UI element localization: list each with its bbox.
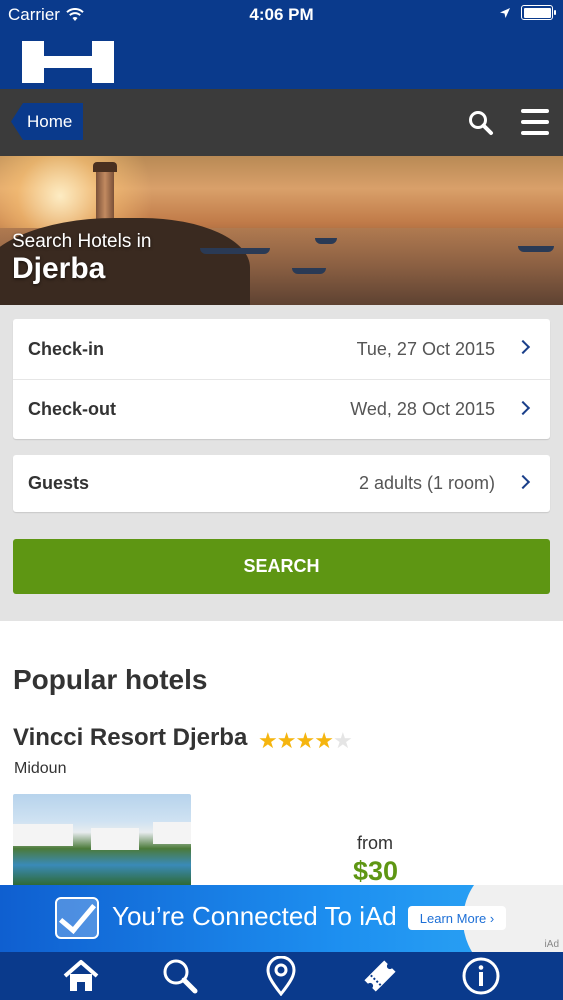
learn-more-button[interactable]: Learn More › bbox=[408, 906, 506, 930]
guests-card: Guests 2 adults (1 room) bbox=[13, 455, 550, 512]
clock: 4:06 PM bbox=[249, 5, 314, 24]
guests-label: Guests bbox=[28, 473, 90, 493]
hero-kicker: Search Hotels in bbox=[12, 231, 152, 252]
hero-banner: Search Hotels in Djerba bbox=[0, 156, 563, 305]
search-button[interactable]: SEARCH bbox=[13, 539, 550, 594]
location-pin-icon bbox=[266, 956, 296, 996]
info-icon bbox=[462, 957, 500, 995]
hotel-star-rating: ★★★★★ bbox=[258, 728, 353, 754]
guests-value: 2 adults (1 room) bbox=[358, 473, 495, 493]
tab-map[interactable] bbox=[259, 956, 303, 996]
tab-bar bbox=[0, 952, 563, 1000]
checkin-value: Tue, 27 Oct 2015 bbox=[356, 338, 495, 359]
home-button[interactable]: Home bbox=[11, 103, 83, 140]
search-form: Check-in Tue, 27 Oct 2015 Check-out Wed,… bbox=[0, 305, 563, 621]
checkout-value: Wed, 28 Oct 2015 bbox=[350, 399, 495, 419]
hotels-h-logo-icon[interactable] bbox=[22, 41, 114, 83]
checkmark-icon bbox=[55, 897, 99, 939]
brand-bar bbox=[0, 30, 563, 89]
dates-card: Check-in Tue, 27 Oct 2015 Check-out Wed,… bbox=[13, 319, 550, 439]
location-arrow-icon bbox=[500, 7, 510, 18]
hero-city: Djerba bbox=[12, 252, 106, 285]
checkin-row[interactable]: Check-in Tue, 27 Oct 2015 bbox=[13, 319, 550, 379]
iad-banner[interactable]: You’re Connected To iAd Learn More › iAd bbox=[0, 885, 563, 952]
battery-icon bbox=[521, 5, 556, 20]
ad-message: You’re Connected To iAd bbox=[112, 901, 397, 931]
star-empty-icon: ★ bbox=[332, 728, 353, 753]
star-filled-icon: ★ bbox=[258, 728, 278, 753]
chevron-right-icon bbox=[515, 474, 531, 490]
nav-bar: Home bbox=[0, 89, 563, 156]
tab-deals[interactable] bbox=[358, 956, 402, 996]
checkout-row[interactable]: Check-out Wed, 28 Oct 2015 bbox=[13, 379, 550, 439]
ticket-icon bbox=[364, 960, 396, 992]
chevron-right-icon bbox=[515, 339, 531, 355]
hamburger-menu-icon[interactable] bbox=[521, 109, 549, 135]
popular-hotels-heading: Popular hotels bbox=[13, 664, 208, 695]
checkout-label: Check-out bbox=[28, 399, 117, 419]
ad-tag: iAd bbox=[544, 939, 559, 950]
star-filled-icon: ★ bbox=[295, 728, 315, 753]
checkin-label: Check-in bbox=[28, 338, 105, 359]
chevron-right-icon bbox=[515, 400, 531, 416]
hotel-photo[interactable] bbox=[13, 794, 191, 885]
status-bar: Carrier 4:06 PM bbox=[0, 0, 563, 30]
guests-row[interactable]: Guests 2 adults (1 room) bbox=[13, 455, 550, 512]
tab-info[interactable] bbox=[459, 956, 503, 996]
search-icon[interactable] bbox=[468, 110, 494, 136]
search-icon bbox=[163, 959, 198, 994]
hotel-price[interactable]: $30 bbox=[353, 856, 398, 887]
tab-home[interactable] bbox=[59, 956, 103, 996]
star-filled-icon: ★ bbox=[314, 728, 334, 753]
hotel-name[interactable]: Vincci Resort Djerba bbox=[13, 724, 247, 752]
hotel-location: Midoun bbox=[14, 760, 67, 777]
home-icon bbox=[63, 960, 99, 991]
price-from-label: from bbox=[357, 833, 393, 853]
star-filled-icon: ★ bbox=[276, 728, 297, 753]
tab-search[interactable] bbox=[158, 956, 202, 996]
